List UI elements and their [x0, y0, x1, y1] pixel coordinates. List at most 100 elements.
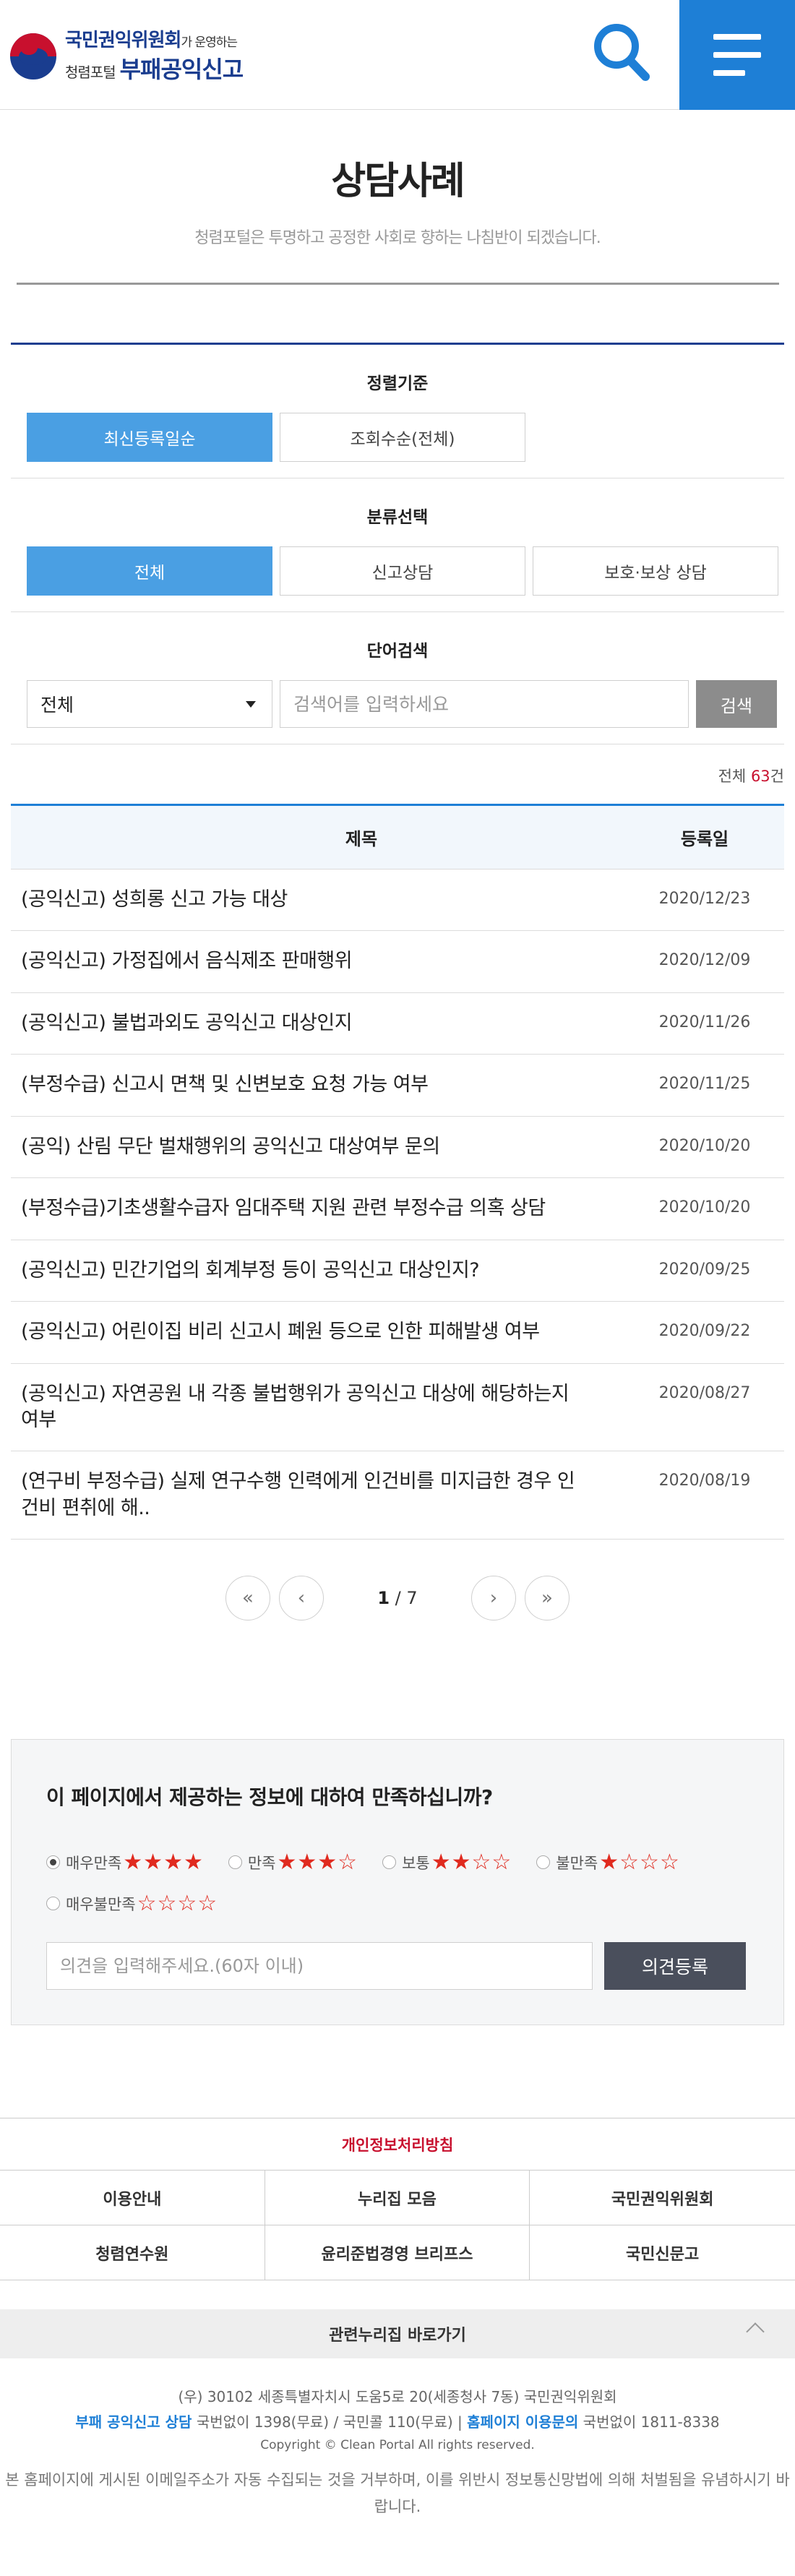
inquiry-label: 홈페이지 이용문의 [467, 2413, 579, 2431]
divider [16, 283, 779, 285]
table-row[interactable]: (공익신고) 자연공원 내 각종 불법행위가 공익신고 대상에 해당하는지 여부… [11, 1364, 784, 1452]
search-submit-button[interactable]: 검색 [696, 680, 777, 728]
filter-panel: 정렬기준 최신등록일순 조회수순(전체) 분류선택 전체 신고상담 보호·보상 … [11, 343, 784, 744]
site-header: 국민권익위원회가 운영하는 청렴포털 부패공익신고 [0, 0, 795, 110]
case-title: (공익신고) 자연공원 내 각종 불법행위가 공익신고 대상에 해당하는지 여부 [21, 1382, 570, 1431]
case-date: 2020/09/25 [658, 1260, 751, 1279]
radio-icon [46, 1897, 60, 1911]
rating-option[interactable]: 보통 ★★☆☆ [382, 1850, 512, 1875]
table-row[interactable]: (부정수급) 신고시 면책 및 신변보호 요청 가능 여부 2020/11/25 [11, 1055, 784, 1117]
table-row[interactable]: (공익) 산림 무단 벌채행위의 공익신고 대상여부 문의 2020/10/20 [11, 1117, 784, 1179]
rating-options: 매우만족 ★★★★ 만족 ★★★☆ 보통 ★★☆☆ 불만족 ★☆☆☆ 매우불만족 ☆☆☆☆ [46, 1850, 749, 1916]
radio-icon [536, 1855, 551, 1870]
case-title: (공익) 산림 무단 벌채행위의 공익신고 대상여부 문의 [21, 1135, 440, 1158]
menu-button[interactable] [679, 0, 795, 110]
sort-latest-button[interactable]: 최신등록일순 [27, 413, 272, 462]
category-report-button[interactable]: 신고상담 [280, 546, 525, 596]
radio-icon [382, 1855, 397, 1870]
category-all-button[interactable]: 전체 [27, 546, 272, 596]
table-row[interactable]: (부정수급)기초생활수급자 임대주택 지원 관련 부정수급 의혹 상담 2020/… [11, 1178, 784, 1240]
search-input[interactable] [280, 680, 689, 728]
search-button[interactable] [589, 16, 651, 88]
star-rating-icon: ★★★☆ [277, 1850, 358, 1876]
star-rating-icon: ★★★★ [123, 1850, 204, 1876]
star-rating-icon: ★☆☆☆ [599, 1850, 680, 1876]
table-row[interactable]: (공익신고) 성희롱 신고 가능 대상 2020/12/23 [11, 870, 784, 932]
pagination: « ‹ 1 / 7 › » [0, 1576, 795, 1621]
search-icon [594, 24, 650, 81]
footer-link-usage[interactable]: 이용안내 [0, 2171, 265, 2226]
case-title: (공익신고) 가정집에서 음식제조 판매행위 [21, 950, 353, 973]
case-date: 2020/11/26 [658, 1013, 751, 1031]
table-row[interactable]: (공익신고) 불법과외도 공익신고 대상인지 2020/11/26 [11, 993, 784, 1055]
total-count: 전체 63건 [718, 768, 784, 785]
search-scope-select[interactable]: 전체 [27, 680, 272, 728]
chevron-left-icon: ‹ [297, 1587, 306, 1610]
footer-link-sites[interactable]: 누리집 모음 [265, 2171, 530, 2226]
case-date: 2020/10/20 [658, 1198, 751, 1217]
table-header: 제목 등록일 [11, 806, 784, 870]
footer-link-epeople[interactable]: 국민신문고 [530, 2225, 795, 2281]
chevron-up-icon [746, 2322, 765, 2341]
case-title: (부정수급)기초생활수급자 임대주택 지원 관련 부정수급 의혹 상담 [21, 1197, 546, 1220]
total-number: 63 [750, 768, 770, 785]
rating-label: 매우만족 [66, 1854, 122, 1872]
related-sites-toggle[interactable]: 관련누리집 바로가기 [0, 2309, 795, 2359]
org-name: 국민권익위원회 [65, 30, 181, 51]
table-row[interactable]: (공익신고) 어린이집 비리 신고시 폐원 등으로 인한 피해발생 여부 2020… [11, 1302, 784, 1364]
org-suffix: 가 운영하는 [181, 35, 238, 50]
table-row[interactable]: (공익신고) 가정집에서 음식제조 판매행위 2020/12/09 [11, 931, 784, 993]
opinion-submit-button[interactable]: 의견등록 [604, 1942, 746, 1991]
related-sites-label: 관련누리집 바로가기 [329, 2327, 466, 2345]
satisfaction-survey: 이 페이지에서 제공하는 정보에 대하여 만족하십니까? 매우만족 ★★★★ 만족 ★… [11, 1739, 784, 2026]
sort-views-button[interactable]: 조회수순(전체) [280, 413, 525, 462]
survey-question: 이 페이지에서 제공하는 정보에 대하여 만족하십니까? [46, 1785, 493, 1810]
rating-option[interactable]: 불만족 ★☆☆☆ [536, 1850, 680, 1875]
footer-link-ethics[interactable]: 윤리준법경영 브리프스 [265, 2225, 530, 2281]
case-date: 2020/12/23 [658, 890, 751, 908]
next-page-button[interactable]: › [471, 1576, 516, 1621]
case-title: (연구비 부정수급) 실제 연구수행 인력에게 인건비를 미지급한 경우 인건비… [21, 1470, 575, 1519]
rating-option[interactable]: 매우만족 ★★★★ [46, 1850, 204, 1875]
case-title: (공익신고) 성희롱 신고 가능 대상 [21, 888, 288, 911]
double-chevron-left-icon: « [242, 1587, 254, 1610]
footer-link-academy[interactable]: 청렴연수원 [0, 2225, 265, 2281]
case-title: (부정수급) 신고시 면책 및 신변보호 요청 가능 여부 [21, 1073, 429, 1096]
table-row[interactable]: (공익신고) 민간기업의 회계부정 등이 공익신고 대상인지? 2020/09/2… [11, 1240, 784, 1302]
page-indicator: 1 / 7 [377, 1588, 418, 1609]
first-page-button[interactable]: « [225, 1576, 270, 1621]
chevron-right-icon: › [489, 1587, 498, 1610]
search-section: 단어검색 전체 검색 [11, 612, 784, 744]
star-rating-icon: ★★☆☆ [431, 1850, 512, 1876]
page-subtitle: 청렴포털은 투명하고 공정한 사회로 향하는 나침반이 되겠습니다. [194, 229, 601, 247]
caret-down-icon [246, 701, 256, 708]
column-title: 제목 [345, 829, 378, 849]
case-title: (공익신고) 어린이집 비리 신고시 폐원 등으로 인한 피해발생 여부 [21, 1321, 540, 1344]
consult-text: 국번없이 1398(무료) / 국민콜 110(무료) [196, 2413, 453, 2431]
last-page-button[interactable]: » [525, 1576, 570, 1621]
portal-name: 부패공익신고 [119, 55, 244, 83]
prev-page-button[interactable]: ‹ [279, 1576, 324, 1621]
footer-link-acrc[interactable]: 국민권익위원회 [530, 2171, 795, 2226]
category-protection-button[interactable]: 보호·보상 상담 [533, 546, 778, 596]
privacy-policy-link[interactable]: 개인정보처리방침 [0, 2118, 795, 2171]
case-title: (공익신고) 민간기업의 회계부정 등이 공익신고 대상인지? [21, 1258, 480, 1281]
category-section: 분류선택 전체 신고상담 보호·보상 상담 [11, 478, 784, 612]
government-emblem-icon [10, 33, 56, 80]
opinion-input[interactable] [46, 1942, 593, 1991]
rating-label: 매우불만족 [66, 1895, 136, 1913]
case-date: 2020/10/20 [658, 1136, 751, 1155]
case-date: 2020/09/22 [658, 1322, 751, 1341]
consult-label: 부패 공익신고 상담 [75, 2413, 192, 2431]
table-row[interactable]: (연구비 부정수급) 실제 연구수행 인력에게 인건비를 미지급한 경우 인건비… [11, 1451, 784, 1540]
rating-option[interactable]: 매우불만족 ☆☆☆☆ [46, 1891, 218, 1916]
case-title: (공익신고) 불법과외도 공익신고 대상인지 [21, 1011, 353, 1034]
rating-label: 불만족 [556, 1854, 598, 1872]
copyright: Copyright © Clean Portal All rights rese… [260, 2438, 535, 2453]
rating-option[interactable]: 만족 ★★★☆ [228, 1850, 358, 1875]
footer-address: (우) 30102 세종특별자치시 도움5로 20(세종청사 7동) 국민권익위… [178, 2388, 617, 2406]
search-heading: 단어검색 [366, 642, 429, 661]
case-date: 2020/12/09 [658, 951, 751, 970]
site-logo[interactable]: 국민권익위원회가 운영하는 청렴포털 부패공익신고 [10, 30, 244, 83]
case-table: 제목 등록일 (공익신고) 성희롱 신고 가능 대상 2020/12/23 (공익신… [11, 804, 784, 1540]
